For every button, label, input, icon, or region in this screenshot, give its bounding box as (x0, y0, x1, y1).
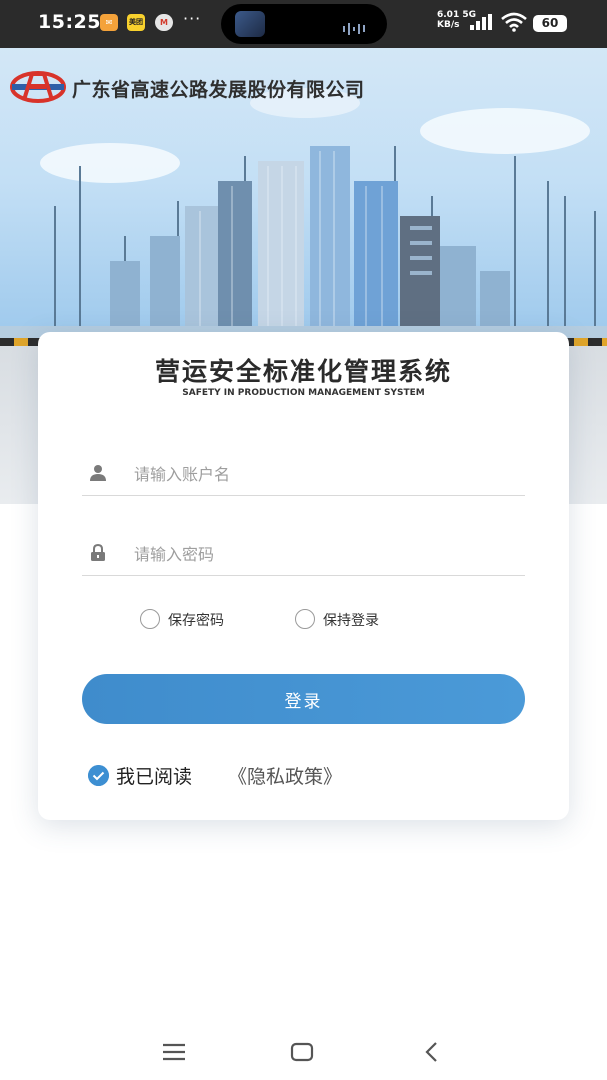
login-button[interactable]: 登录 (82, 674, 525, 724)
password-input[interactable] (134, 541, 514, 567)
battery-icon: 60 (533, 15, 567, 32)
lock-icon (91, 544, 105, 561)
login-card: 营运安全标准化管理系统 SAFETY IN PRODUCTION MANAGEM… (38, 332, 569, 820)
status-bar: 15:25 ✉ 美团 M ··· 6.01 5G KB/s 60 (0, 0, 607, 48)
password-field (82, 532, 525, 576)
message-app-icon: ✉ (100, 14, 118, 31)
system-subtitle: SAFETY IN PRODUCTION MANAGEMENT SYSTEM (182, 388, 425, 398)
media-app-icon (235, 11, 265, 37)
save-password-radio[interactable] (140, 609, 160, 629)
privacy-policy-link[interactable]: 《隐私政策》 (228, 762, 342, 789)
dynamic-island[interactable] (221, 4, 387, 44)
menu-icon[interactable] (160, 1038, 188, 1066)
username-field (82, 452, 525, 496)
wifi-icon (501, 12, 527, 32)
home-icon[interactable] (288, 1038, 316, 1066)
user-icon (90, 465, 106, 481)
username-input[interactable] (134, 461, 514, 487)
signal-icon (470, 14, 492, 30)
agree-checkbox[interactable] (88, 765, 109, 786)
keep-login-label: 保持登录 (323, 613, 379, 629)
save-password-label: 保存密码 (168, 613, 224, 629)
system-title: 营运安全标准化管理系统 (154, 357, 452, 386)
city-skyline-image (0, 146, 607, 346)
status-time: 15:25 (38, 11, 101, 33)
audio-wave-icon (343, 18, 369, 35)
back-icon[interactable] (418, 1038, 446, 1066)
agree-text: 我已阅读 (116, 766, 193, 788)
meituan-app-icon: 美团 (127, 14, 145, 31)
mcdonalds-app-icon: M (155, 14, 173, 31)
more-notifications-icon: ··· (183, 9, 202, 28)
header-banner: 广东省高速公路发展股份有限公司 (0, 48, 607, 346)
keep-login-radio[interactable] (295, 609, 315, 629)
navigation-bar (0, 1024, 607, 1080)
